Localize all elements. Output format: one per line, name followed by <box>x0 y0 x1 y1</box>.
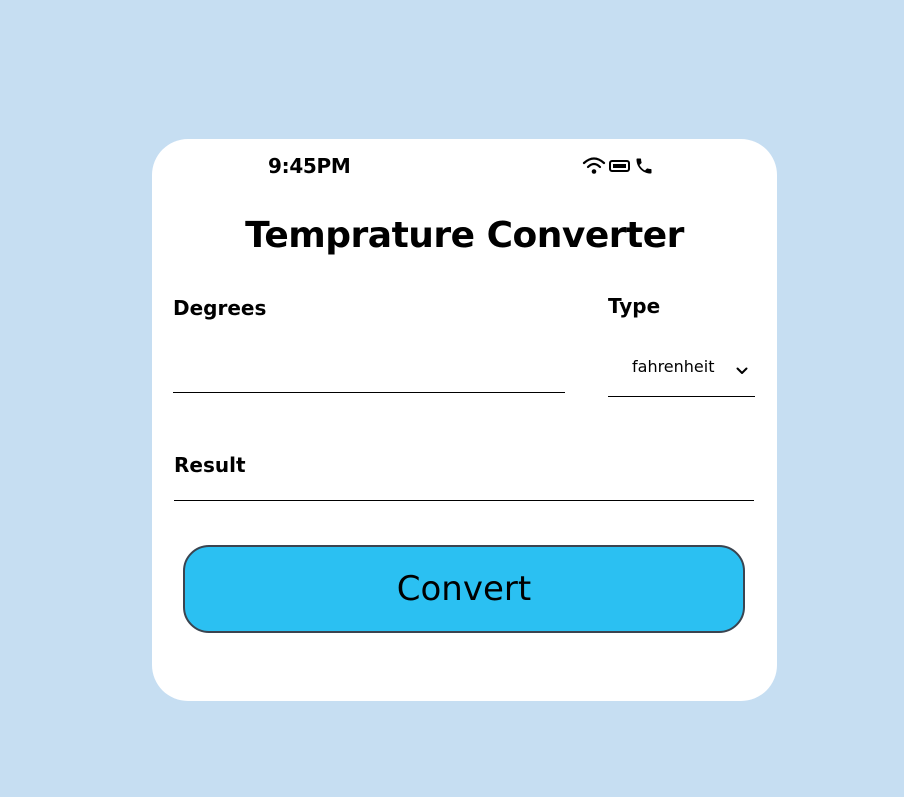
degrees-label: Degrees <box>173 296 267 320</box>
phone-icon <box>634 156 654 176</box>
type-select-value: fahrenheit <box>632 357 715 376</box>
battery-icon <box>609 159 631 173</box>
convert-button[interactable]: Convert <box>183 545 745 633</box>
type-select[interactable]: fahrenheit <box>608 347 755 397</box>
chevron-down-icon <box>736 361 748 380</box>
type-label: Type <box>608 294 661 318</box>
page-title: Temprature Converter <box>245 215 684 256</box>
status-time: 9:45PM <box>268 154 351 178</box>
result-field <box>174 500 754 501</box>
wifi-icon <box>582 156 606 176</box>
result-label: Result <box>174 453 246 477</box>
status-icons <box>582 156 654 176</box>
converter-card: 9:45PM Temprature Converter Degrees Type… <box>152 139 777 701</box>
degrees-input[interactable] <box>173 339 565 393</box>
